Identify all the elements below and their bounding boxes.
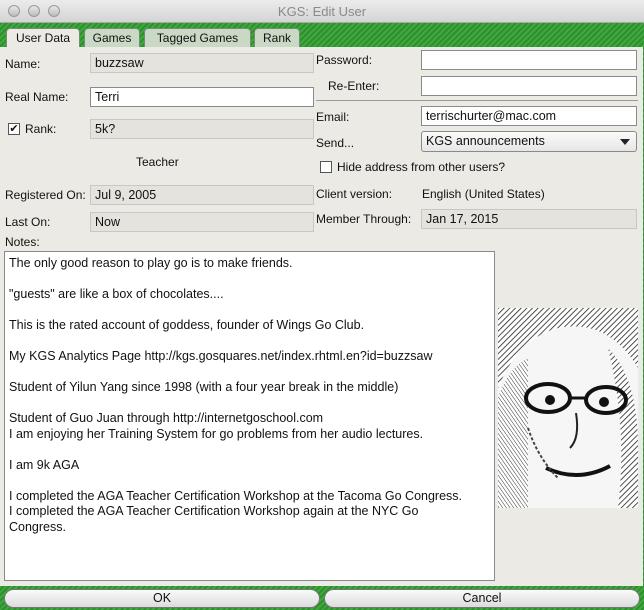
notes-line: I am 9k AGA (9, 457, 80, 472)
notes-line: The only good reason to play go is to ma… (9, 256, 293, 270)
send-label: Send... (316, 136, 355, 150)
notes-line: "guests" are like a box of chocolates...… (9, 287, 224, 301)
notes-line (9, 442, 494, 458)
ok-button[interactable]: OK (4, 589, 320, 608)
hide-address-label: Hide address from other users? (337, 160, 506, 174)
chevron-down-icon (620, 139, 630, 145)
title-bar: KGS: Edit User (0, 0, 644, 23)
last-on-label: Last On: (5, 215, 51, 229)
notes-label: Notes: (5, 235, 40, 249)
notes-line: Student of Guo Juan through http://inter… (9, 411, 324, 425)
notes-line: This is the rated account of goddess, fo… (9, 318, 365, 332)
rank-field: 5k? (90, 119, 314, 139)
member-through-field: Jan 17, 2015 (421, 209, 637, 229)
password-label: Password: (316, 53, 373, 67)
tab-tagged-games[interactable]: Tagged Games (144, 28, 251, 47)
notes-textarea[interactable]: The only good reason to play go is to ma… (4, 251, 495, 581)
notes-line: Congress. (9, 519, 66, 534)
real-name-label: Real Name: (5, 90, 69, 104)
tab-games[interactable]: Games (84, 28, 140, 47)
email-input[interactable]: terrischurter@mac.com (421, 106, 637, 126)
window-title: KGS: Edit User (277, 4, 367, 19)
real-name-input[interactable]: Terri (90, 87, 314, 107)
notes-line: Student of Yilun Yang since 1998 (with a… (9, 380, 399, 394)
notes-line: I completed the AGA Teacher Certificatio… (9, 488, 463, 503)
email-label: Email: (316, 110, 350, 124)
registered-on-field: Jul 9, 2005 (90, 185, 314, 205)
name-label: Name: (5, 57, 41, 71)
rank-checkbox[interactable]: ✔ (8, 123, 20, 135)
notes-line (9, 272, 494, 288)
notes-line (9, 334, 494, 350)
cancel-button[interactable]: Cancel (324, 589, 640, 608)
name-field: buzzsaw (90, 53, 314, 73)
tab-user-data[interactable]: User Data (6, 28, 80, 48)
send-select[interactable]: KGS announcements (421, 131, 637, 152)
notes-line (9, 365, 494, 381)
last-on-field: Now (90, 212, 314, 232)
section-divider (316, 100, 638, 101)
notes-line (9, 396, 494, 412)
notes-line (9, 303, 494, 319)
user-photo (498, 308, 638, 508)
notes-line: I completed the AGA Teacher Certificatio… (9, 504, 419, 518)
member-through-label: Member Through: (316, 212, 412, 226)
notes-line: My KGS Analytics Page http://kgs.gosquar… (9, 349, 433, 363)
registered-on-label: Registered On: (5, 188, 86, 202)
tab-rank[interactable]: Rank (254, 28, 300, 47)
notes-line: I am enjoying her Training System for go… (9, 426, 424, 441)
teacher-label: Teacher (136, 155, 179, 169)
rank-label: Rank: (25, 122, 57, 136)
photo-sketch-icon (498, 308, 638, 508)
notes-line (9, 473, 494, 489)
client-version-label: Client version: (316, 187, 393, 201)
reenter-password-label: Re-Enter: (328, 79, 380, 93)
client-version-value: English (United States) (422, 187, 545, 201)
hide-address-checkbox[interactable] (320, 161, 332, 173)
reenter-password-input[interactable] (421, 76, 637, 96)
password-input[interactable] (421, 50, 637, 70)
send-select-value: KGS announcements (426, 134, 545, 148)
